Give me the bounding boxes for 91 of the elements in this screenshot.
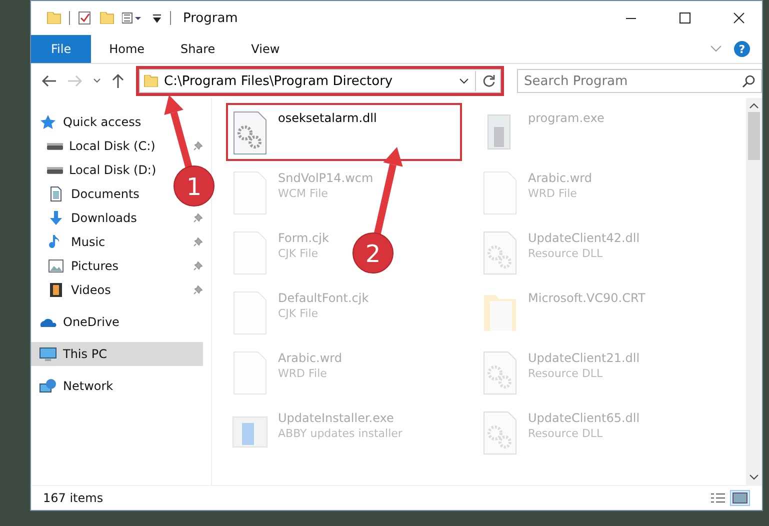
sidebar-item[interactable]: Documents: [31, 182, 146, 206]
pin-icon[interactable]: [193, 213, 203, 223]
folder-icon: [47, 12, 61, 24]
file-name: oseksetalarm.dll: [278, 111, 377, 125]
settings-file-icon: [482, 411, 518, 455]
blank-file-icon: [232, 171, 268, 215]
pin-icon[interactable]: [193, 285, 203, 295]
file-type: Resource DLL: [528, 427, 604, 440]
sidebar-item[interactable]: Network: [31, 374, 120, 398]
file-item[interactable]: oseksetalarm.dll: [226, 103, 462, 161]
item-count: 167 items: [43, 491, 104, 505]
drive-icon: [47, 166, 63, 174]
minimize-icon: [625, 16, 637, 20]
scrollbar[interactable]: [746, 98, 762, 485]
caret-icon: [93, 78, 101, 84]
blank-file-icon: [232, 231, 268, 275]
expand-ribbon-icon[interactable]: [710, 45, 722, 53]
settings-file-icon: [232, 111, 268, 155]
file-type: CJK File: [278, 307, 320, 320]
back-arrow-icon: [41, 74, 57, 88]
sidebar-item[interactable]: OneDrive: [31, 310, 126, 334]
settings-file-icon: [482, 351, 518, 395]
sidebar-item[interactable]: Pictures: [31, 254, 125, 278]
search-field[interactable]: Search Program: [517, 69, 762, 93]
file-type: ABBY updates installer: [278, 427, 402, 440]
large-icons-view-button[interactable]: [730, 490, 750, 506]
callout-number: 1: [186, 173, 202, 201]
up-arrow-icon: [111, 73, 125, 89]
close-icon: [733, 12, 745, 24]
pin-icon[interactable]: [193, 237, 203, 247]
file-type: Resource DLL: [528, 367, 604, 380]
drive-icon: [47, 142, 63, 150]
scroll-up-icon[interactable]: [749, 102, 759, 110]
ribbon-tab[interactable]: Home: [91, 35, 163, 63]
callout-badge: [352, 232, 394, 274]
file-type: WCM File: [278, 187, 329, 200]
file-name: DefaultFont.cjk: [278, 291, 369, 305]
star-icon: [39, 114, 57, 130]
sidebar-item[interactable]: This PC: [31, 342, 203, 366]
file-name: UpdateInstaller.exe: [278, 411, 395, 425]
ribbon-tab[interactable]: Share: [162, 35, 234, 63]
callout-number: 2: [365, 240, 381, 268]
file-type: CJK File: [278, 247, 320, 260]
blank-file-icon: [232, 351, 268, 395]
file-type: WRD File: [278, 367, 328, 380]
dropdown-icon[interactable]: [152, 13, 162, 23]
address-bar[interactable]: C:\Program Files\Program Directory: [139, 69, 502, 93]
address-input[interactable]: C:\Program Files\Program Directory: [164, 74, 454, 88]
maximize-icon: [679, 12, 691, 24]
sidebar-item[interactable]: Quick access: [31, 110, 148, 134]
file-type: Resource DLL: [528, 247, 604, 260]
ribbon-tab[interactable]: File: [31, 35, 92, 63]
file-name: UpdateClient21.dll: [528, 351, 640, 365]
properties-icon[interactable]: [78, 11, 92, 25]
sidebar-item[interactable]: Videos: [31, 278, 117, 302]
callout-badge: [174, 166, 214, 206]
sidebar-item[interactable]: Music: [31, 230, 112, 254]
forward-arrow-icon: [67, 74, 83, 88]
sidebar-item[interactable]: Local Disk (D:): [31, 158, 162, 182]
scrollbar-thumb[interactable]: [748, 112, 760, 160]
blank-file-icon: [482, 171, 518, 215]
ribbon-tab[interactable]: View: [233, 35, 298, 63]
file-name: Arabic.wrd: [278, 351, 342, 365]
film-icon: [47, 282, 65, 298]
scroll-down-icon[interactable]: [749, 473, 759, 481]
blank-file-icon: [232, 291, 268, 335]
file-name: Form.cjk: [278, 231, 329, 245]
search-icon: [742, 74, 755, 88]
settings-file-icon: [482, 231, 518, 275]
sidebar-item[interactable]: Local Disk (C:): [31, 134, 162, 158]
file-name: UpdateClient65.dll: [528, 411, 640, 425]
monitor-icon: [39, 346, 57, 362]
refresh-icon[interactable]: [482, 74, 496, 88]
new-folder-icon: [100, 12, 114, 24]
pin-icon[interactable]: [193, 141, 203, 151]
picture-icon: [47, 258, 65, 274]
file-name: program.exe: [528, 111, 604, 125]
dropdown-icon[interactable]: [459, 77, 470, 85]
file-name: SndVolP14.wcm: [278, 171, 374, 185]
file-name: Arabic.wrd: [528, 171, 592, 185]
pin-icon[interactable]: [193, 261, 203, 271]
file-type: WRD File: [528, 187, 578, 200]
file-name: Microsoft.VC90.CRT: [528, 291, 646, 305]
file-name: UpdateClient42.dll: [528, 231, 640, 245]
help-button[interactable]: ?: [734, 41, 750, 57]
network-icon: [39, 378, 57, 394]
download-icon: [47, 210, 65, 226]
sidebar-item[interactable]: Downloads: [31, 206, 143, 230]
folder-icon: [144, 75, 158, 87]
list-icon[interactable]: [122, 12, 144, 24]
window-title: Program: [183, 10, 239, 26]
